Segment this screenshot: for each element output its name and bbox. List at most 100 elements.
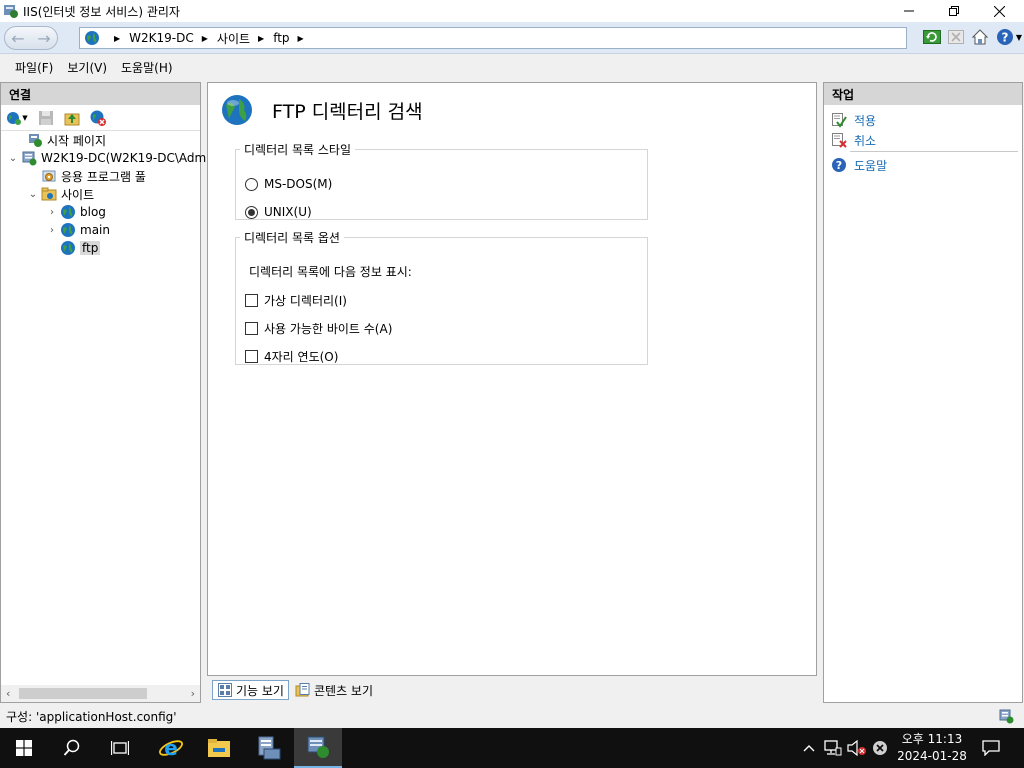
checkbox[interactable] <box>245 350 258 363</box>
action-help[interactable]: ? 도움말 <box>830 156 887 174</box>
expand-chevron-icon[interactable]: › <box>46 225 58 236</box>
radio-button[interactable] <box>245 177 258 191</box>
breadcrumb-ftp[interactable]: ftp <box>273 31 289 45</box>
taskbar: e 오후 11:13 2024-01-28 <box>0 728 1024 768</box>
back-arrow-icon[interactable]: ← <box>11 29 24 48</box>
menu-view[interactable]: 보기(V) <box>60 59 114 76</box>
radio-label: MS-DOS(M) <box>264 177 333 191</box>
scrollbar-thumb[interactable] <box>19 688 147 699</box>
breadcrumb-arrow-icon[interactable]: ▶ <box>298 34 304 43</box>
home-button[interactable] <box>970 27 990 47</box>
save-button[interactable] <box>36 108 56 128</box>
breadcrumb-arrow-icon: ▶ <box>114 33 121 43</box>
action-center-button[interactable] <box>978 728 1004 768</box>
breadcrumb-sites[interactable]: 사이트 <box>217 30 250 47</box>
scroll-left-icon[interactable]: ‹ <box>6 687 10 700</box>
content-view-icon <box>295 683 310 697</box>
restore-button[interactable] <box>931 0 977 22</box>
checkbox-virtual-directories[interactable]: 가상 디렉터리(I) <box>245 292 347 309</box>
address-row: ← → ▶ W2K19-DC ▶ 사이트 ▶ ftp ▶ ? ▼ <box>0 22 1024 54</box>
start-button[interactable] <box>0 728 48 768</box>
close-button[interactable] <box>976 0 1022 22</box>
show-hidden-icons-button[interactable] <box>800 728 818 768</box>
collapse-chevron-icon[interactable]: ⌄ <box>7 153 19 164</box>
refresh-button[interactable] <box>922 27 942 47</box>
tree-item-start-page[interactable]: 시작 페이지 <box>13 131 106 149</box>
taskbar-clock[interactable]: 오후 11:13 2024-01-28 <box>893 731 971 765</box>
forward-arrow-icon[interactable]: → <box>37 29 50 48</box>
radio-ms-dos[interactable]: MS-DOS(M) <box>245 177 332 191</box>
search-button[interactable] <box>48 728 96 768</box>
action-apply[interactable]: 적용 <box>830 111 876 129</box>
checkbox-label: 가상 디렉터리(I) <box>264 294 347 308</box>
connections-panel: 연결 ▼ 시작 페이지 ⌄ W2K19-DC(W2K19-DC\Administ… <box>0 82 265 703</box>
tree-item-label: blog <box>80 205 106 219</box>
help-dropdown-button[interactable]: ? ▼ <box>994 27 1024 47</box>
disconnect-button[interactable] <box>88 108 108 128</box>
checkbox[interactable] <box>245 322 258 335</box>
windows-logo-icon <box>16 740 32 756</box>
search-icon <box>63 739 80 756</box>
internet-explorer-icon: e <box>159 736 183 760</box>
breadcrumb-server[interactable]: W2K19-DC <box>129 31 194 45</box>
tab-content-view[interactable]: 콘텐츠 보기 <box>291 680 377 700</box>
checkbox[interactable] <box>245 294 258 307</box>
globe-icon <box>60 222 76 238</box>
actions-panel: 작업 적용 취소 ? 도움말 <box>823 82 1023 703</box>
tree-item-label: main <box>80 223 110 237</box>
checkbox-available-bytes[interactable]: 사용 가능한 바이트 수(A) <box>245 320 392 337</box>
stop-icon <box>948 30 964 44</box>
menu-file[interactable]: 파일(F) <box>8 59 60 76</box>
breadcrumb-arrow-icon: ▶ <box>201 33 208 43</box>
globe-icon <box>60 240 76 256</box>
address-bar[interactable]: ▶ W2K19-DC ▶ 사이트 ▶ ftp ▶ <box>79 27 907 49</box>
stop-button[interactable] <box>946 27 966 47</box>
file-explorer-taskbar-button[interactable] <box>195 728 243 768</box>
notification-status-button[interactable] <box>870 728 890 768</box>
network-icon <box>824 740 842 756</box>
network-tray-button[interactable] <box>822 728 844 768</box>
tab-label: 기능 보기 <box>236 683 284 698</box>
listing-options-group: 디렉터리 목록 옵션 디렉터리 목록에 다음 정보 표시: 가상 디렉터리(I)… <box>235 229 648 365</box>
tree-item-blog[interactable]: › blog <box>46 203 106 221</box>
expand-chevron-icon[interactable]: › <box>46 207 58 218</box>
tab-features-view[interactable]: 기능 보기 <box>212 680 289 700</box>
internet-explorer-taskbar-button[interactable]: e <box>147 728 195 768</box>
tree-item-app-pools[interactable]: 응용 프로그램 풀 <box>27 167 146 185</box>
connections-toolbar: ▼ <box>1 105 200 131</box>
tab-label: 콘텐츠 보기 <box>313 683 373 698</box>
menu-help[interactable]: 도움말(H) <box>114 59 180 76</box>
refresh-icon <box>923 30 941 44</box>
disconnect-icon <box>90 110 106 126</box>
breadcrumb-arrow-icon: ▶ <box>258 33 265 43</box>
iis-manager-icon <box>307 736 329 758</box>
radio-unix[interactable]: UNIX(U) <box>245 205 312 219</box>
scroll-right-icon[interactable]: › <box>191 687 195 700</box>
volume-tray-button[interactable] <box>846 728 868 768</box>
tree-item-main[interactable]: › main <box>46 221 110 239</box>
listing-options-description: 디렉터리 목록에 다음 정보 표시: <box>249 265 412 279</box>
server-manager-icon <box>258 736 281 760</box>
collapse-chevron-icon[interactable]: ⌄ <box>27 189 39 200</box>
radio-button[interactable] <box>245 205 258 219</box>
tree-item-sites[interactable]: ⌄ 사이트 <box>27 185 94 203</box>
minimize-button[interactable] <box>886 0 932 22</box>
close-icon <box>993 5 1005 17</box>
file-explorer-icon <box>208 739 230 757</box>
server-manager-taskbar-button[interactable] <box>245 728 293 768</box>
connect-button[interactable]: ▼ <box>4 108 30 128</box>
chevron-down-icon: ▼ <box>22 113 28 122</box>
task-view-button[interactable] <box>96 728 144 768</box>
checkbox-four-digit-year[interactable]: 4자리 연도(O) <box>245 348 338 365</box>
iis-manager-taskbar-button[interactable] <box>294 728 342 768</box>
ftp-globe-icon <box>222 95 252 125</box>
horizontal-scrollbar[interactable]: ‹ › <box>1 685 200 702</box>
action-cancel[interactable]: 취소 <box>830 131 876 149</box>
tree-item-label: 시작 페이지 <box>47 133 107 148</box>
page-header: FTP 디렉터리 검색 <box>220 93 423 127</box>
up-level-button[interactable] <box>62 108 82 128</box>
listing-style-legend: 디렉터리 목록 스타일 <box>244 143 351 157</box>
connections-header: 연결 <box>1 83 200 105</box>
tree-item-ftp[interactable]: ftp <box>46 239 101 257</box>
radio-selected-dot <box>248 208 255 216</box>
